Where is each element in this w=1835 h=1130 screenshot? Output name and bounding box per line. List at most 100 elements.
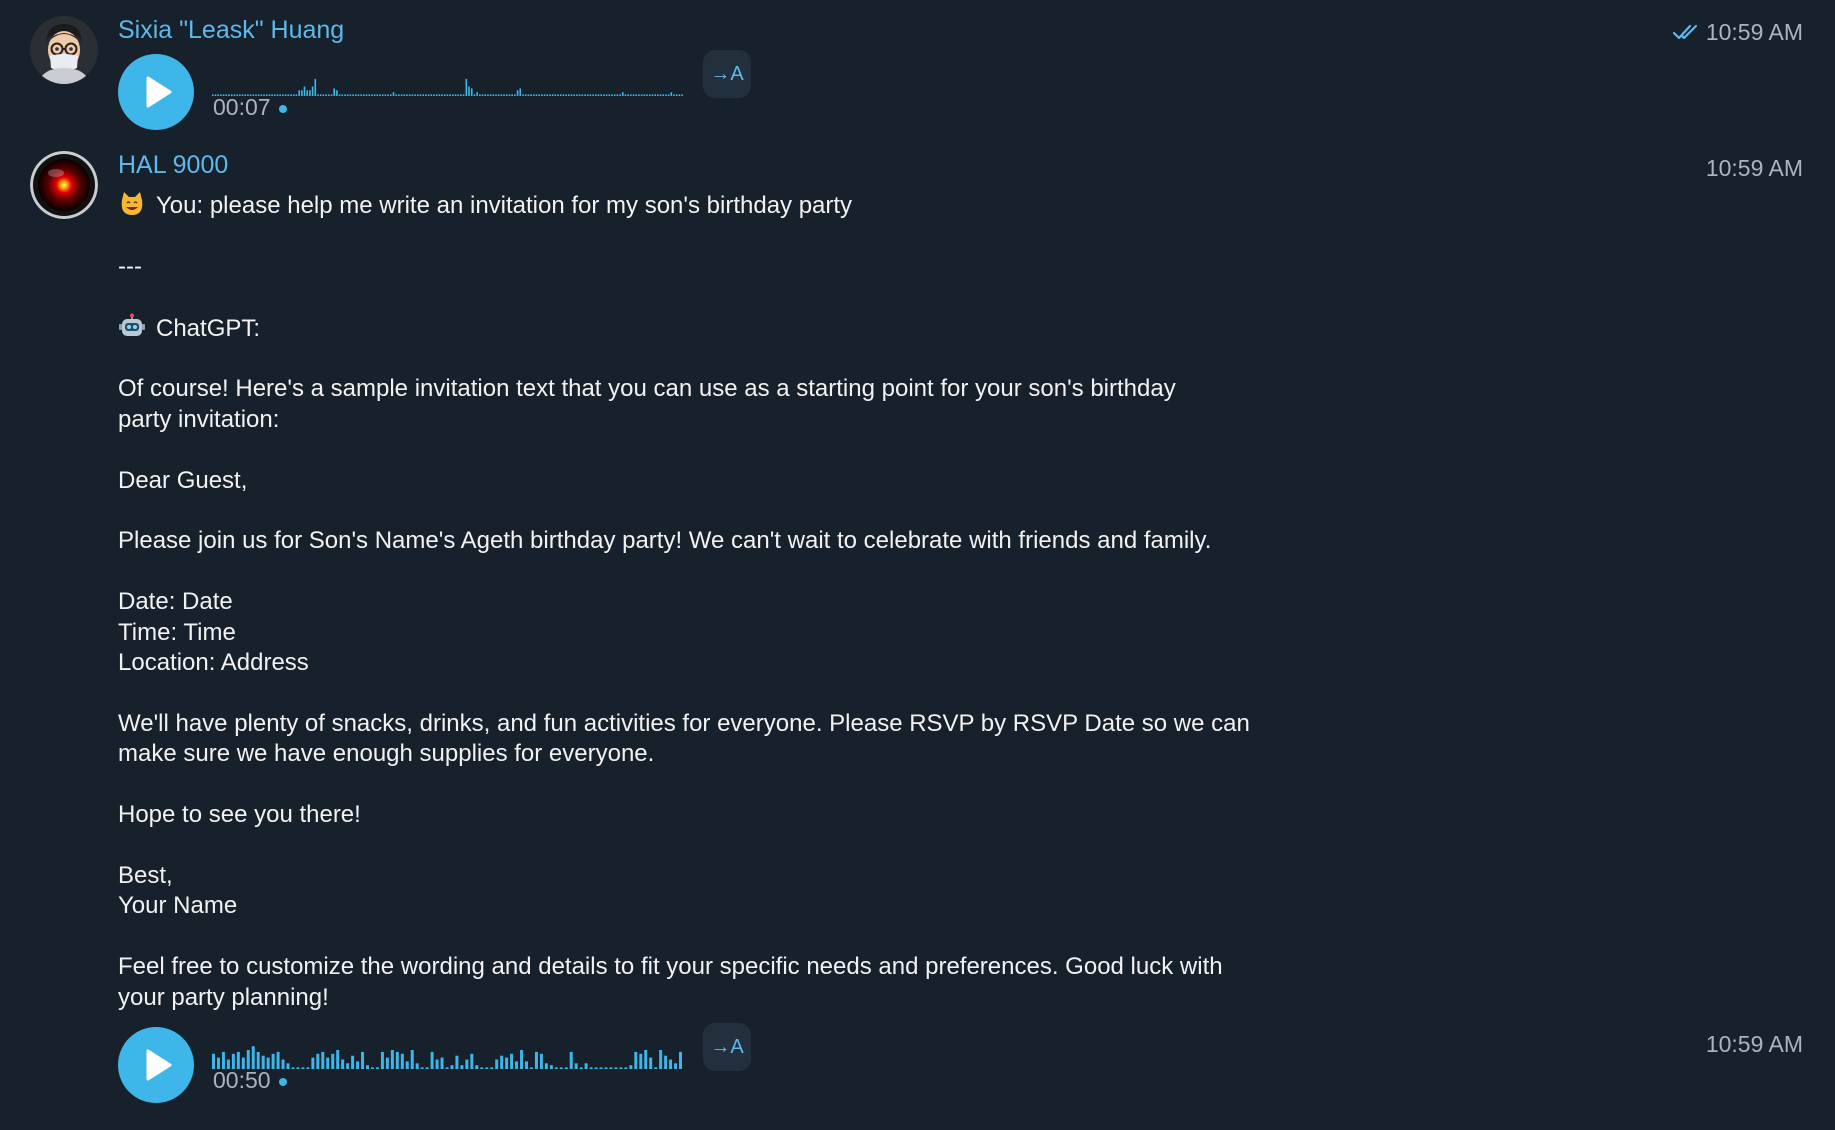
waveform-bar xyxy=(532,94,535,96)
waveform-bar xyxy=(678,94,681,96)
waveform-bar xyxy=(298,90,300,96)
waveform-bar xyxy=(352,94,354,96)
waveform-bar xyxy=(492,94,495,96)
waveform-bar xyxy=(629,1065,633,1069)
play-button[interactable] xyxy=(118,1027,194,1103)
waveform-bar xyxy=(349,94,352,96)
message-text-hal[interactable]: HAL 9000 10:59 AM You: please help me wr… xyxy=(0,150,1835,1011)
waveform-bar xyxy=(549,94,551,96)
waveform-bar xyxy=(657,94,659,96)
transcribe-button[interactable]: →A xyxy=(703,1023,751,1071)
message-line-text: Hope to see you there! xyxy=(118,801,361,829)
waveform-bar xyxy=(416,94,419,96)
message-line-text: You: please help me write an invitation … xyxy=(156,192,853,219)
waveform-bar xyxy=(568,94,570,96)
chat-history: Sixia "Leask" Huang 10:59 AM 00:07 →A HA… xyxy=(0,0,1835,1130)
waveform-bar xyxy=(419,94,422,96)
waveform-bar xyxy=(578,94,581,96)
waveform-bar xyxy=(543,94,546,96)
waveform-bar xyxy=(306,1067,310,1069)
waveform-bar xyxy=(669,1059,673,1069)
message-voice-2[interactable]: 10:59 AM 00:50 →A xyxy=(0,1018,1835,1118)
waveform-bar xyxy=(534,1051,538,1069)
waveform-bar xyxy=(551,94,554,96)
message-line-text: --- xyxy=(118,252,142,280)
waveform-bar xyxy=(519,88,522,96)
waveform-bar xyxy=(485,1067,489,1069)
waveform-bar xyxy=(589,1067,593,1069)
waveform-bar xyxy=(296,1067,300,1069)
message-line xyxy=(118,344,1338,374)
waveform-bar xyxy=(427,94,430,96)
time-label: 10:59 AM xyxy=(1705,19,1803,45)
message-line: Time: Time xyxy=(118,618,1338,648)
waveform-bar xyxy=(584,94,586,96)
message-line xyxy=(118,557,1338,587)
message-line-text xyxy=(118,832,125,859)
waveform-bar xyxy=(674,1063,678,1069)
message-line: Your Name xyxy=(118,891,1338,921)
message-line-text: Date: Date xyxy=(118,588,233,616)
waveform-bar xyxy=(584,1063,588,1069)
message-time: 10:59 AM xyxy=(1705,1031,1803,1057)
waveform-bar xyxy=(576,94,578,96)
waveform-bar xyxy=(505,94,508,96)
play-button[interactable] xyxy=(118,54,194,130)
waveform-bar xyxy=(681,94,683,96)
waveform-bar xyxy=(546,94,549,96)
waveform-bar xyxy=(327,94,330,96)
waveform-bar xyxy=(675,94,678,96)
message-line-text xyxy=(118,771,125,798)
waveform-bar xyxy=(630,94,632,96)
waveform-bar xyxy=(465,1059,469,1069)
waveform-bar xyxy=(594,1067,598,1069)
waveform-bar xyxy=(613,94,616,96)
sender-name[interactable]: Sixia "Leask" Huang xyxy=(118,16,344,45)
message-line-text: Best, xyxy=(118,861,173,889)
waveform-bar xyxy=(573,94,576,96)
message-line: You: please help me write an invitation … xyxy=(118,190,1338,221)
avatar-sixia[interactable] xyxy=(30,16,98,84)
message-line-text: ChatGPT: xyxy=(156,314,261,342)
waveform-bar xyxy=(619,94,621,96)
waveform-bar xyxy=(646,94,648,96)
waveform-bar xyxy=(538,94,540,96)
waveform-bar xyxy=(624,94,627,96)
waveform-bar xyxy=(557,94,559,96)
waveform-bar xyxy=(627,94,629,96)
waveform-bar xyxy=(361,1051,365,1069)
waveform-bar xyxy=(395,1051,399,1069)
waveform-bar xyxy=(579,1067,583,1069)
waveform-bar xyxy=(441,94,443,96)
waveform-bar xyxy=(325,94,327,96)
waveform-bar xyxy=(643,94,646,96)
waveform-bar xyxy=(251,1046,255,1069)
waveform-bar xyxy=(541,94,543,96)
waveform-bar xyxy=(301,90,303,96)
waveform-bar xyxy=(559,94,562,96)
waveform-bar xyxy=(344,94,346,96)
waveform-bar xyxy=(510,1053,514,1069)
waveform-bar xyxy=(489,94,492,96)
waveform-bar xyxy=(581,94,584,96)
waveform-bar xyxy=(554,1067,558,1069)
message-line-text xyxy=(118,923,125,950)
play-icon xyxy=(146,76,172,108)
waveform-bar xyxy=(654,94,656,96)
waveform-bar xyxy=(654,1067,658,1069)
message-line: Best, xyxy=(118,861,1338,891)
avatar-hal[interactable] xyxy=(30,151,98,219)
waveform-bar xyxy=(468,86,470,96)
waveform-bar xyxy=(549,1065,553,1069)
sender-name[interactable]: HAL 9000 xyxy=(118,151,228,180)
voice-duration: 00:07 xyxy=(213,94,287,121)
waveform-bar xyxy=(565,94,567,96)
waveform-bar xyxy=(514,94,516,96)
transcribe-button[interactable]: →A xyxy=(703,50,751,98)
waveform-bar xyxy=(336,1050,340,1069)
waveform-bar xyxy=(371,94,373,96)
waveform-bar xyxy=(662,94,665,96)
message-voice-1[interactable]: Sixia "Leask" Huang 10:59 AM 00:07 →A xyxy=(0,14,1835,134)
waveform-bar xyxy=(515,1061,519,1069)
waveform-bar xyxy=(667,94,670,96)
